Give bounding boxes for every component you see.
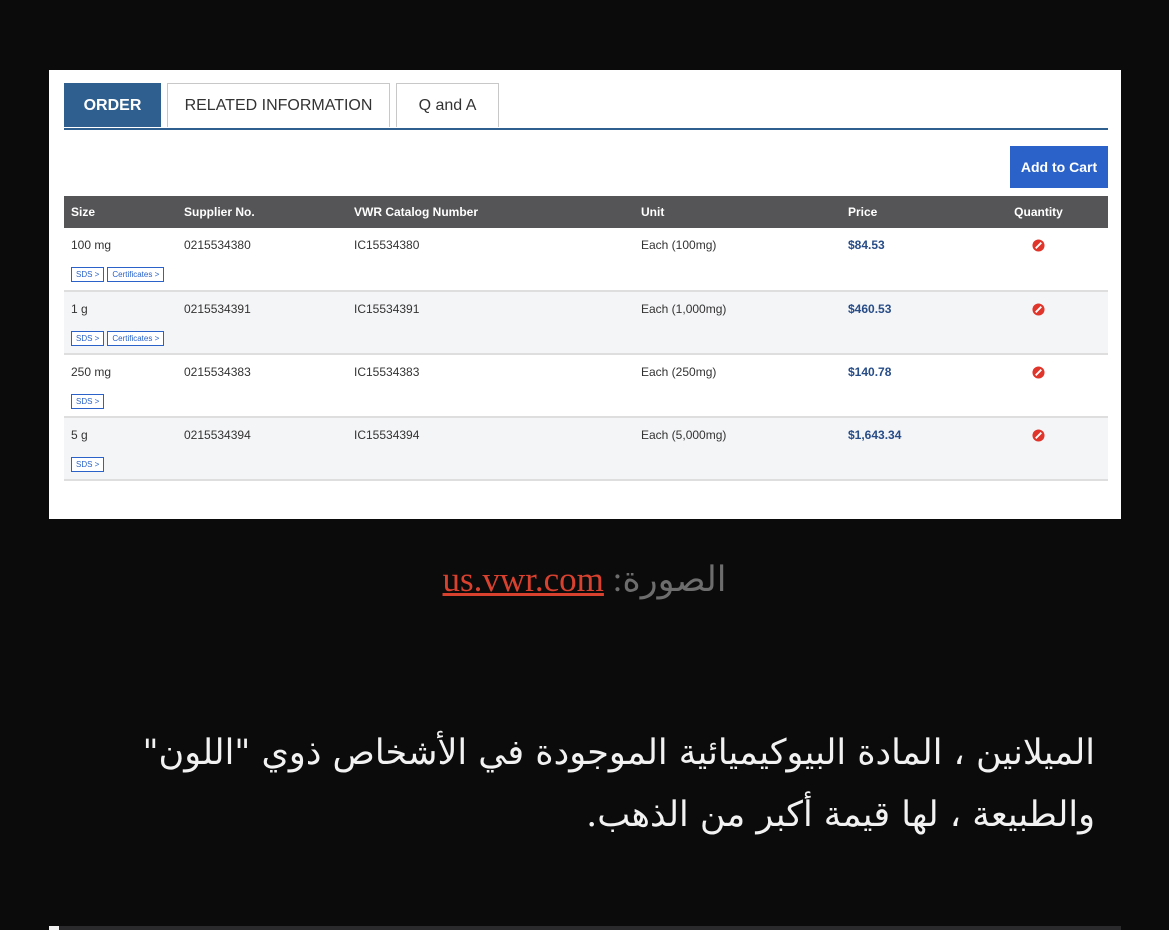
supplier-no-cell: 0215534391: [177, 291, 347, 355]
source-link[interactable]: us.vwr.com: [443, 560, 604, 599]
unit-cell: Each (250mg): [634, 354, 841, 418]
certificates-link[interactable]: Certificates >: [107, 267, 165, 282]
tab-q-and-a[interactable]: Q and A: [396, 83, 499, 127]
supplier-no-cell: 0215534383: [177, 354, 347, 418]
bottom-divider-marker: [49, 926, 59, 930]
unit-cell: Each (5,000mg): [634, 417, 841, 481]
tab-order[interactable]: ORDER: [64, 83, 161, 127]
document-links: SDS >: [71, 457, 177, 472]
certificates-link[interactable]: Certificates >: [107, 331, 165, 346]
catalog-number-cell: IC15534394: [347, 417, 634, 481]
quantity-cell: [969, 354, 1108, 418]
bottom-divider: [49, 926, 1121, 930]
supplier-no-cell: 0215534380: [177, 228, 347, 292]
not-available-icon[interactable]: [1032, 366, 1045, 379]
product-order-panel: ORDER RELATED INFORMATION Q and A Add to…: [49, 70, 1121, 519]
header-unit: Unit: [634, 196, 841, 228]
catalog-number-cell: IC15534391: [347, 291, 634, 355]
quantity-cell: [969, 291, 1108, 355]
quantity-cell: [969, 228, 1108, 292]
tab-bar: ORDER RELATED INFORMATION Q and A: [64, 83, 1108, 129]
tab-related-information[interactable]: RELATED INFORMATION: [167, 83, 390, 127]
table-row: 250 mg SDS > 0215534383 IC15534383 Each …: [64, 354, 1108, 418]
table-row: 5 g SDS > 0215534394 IC15534394 Each (5,…: [64, 417, 1108, 481]
supplier-no-cell: 0215534394: [177, 417, 347, 481]
sds-link[interactable]: SDS >: [71, 457, 105, 472]
price-cell: $1,643.34: [841, 417, 969, 481]
sds-link[interactable]: SDS >: [71, 267, 105, 282]
header-quantity: Quantity: [969, 196, 1108, 228]
header-supplier-no: Supplier No.: [177, 196, 347, 228]
document-links: SDS > Certificates >: [71, 331, 177, 346]
catalog-number-cell: IC15534380: [347, 228, 634, 292]
price-cell: $460.53: [841, 291, 969, 355]
size-cell: 250 mg SDS >: [64, 354, 177, 418]
price-table: Size Supplier No. VWR Catalog Number Uni…: [64, 196, 1108, 481]
table-row: 100 mg SDS > Certificates > 0215534380 I…: [64, 228, 1108, 292]
not-available-icon[interactable]: [1032, 303, 1045, 316]
size-cell: 100 mg SDS > Certificates >: [64, 228, 177, 292]
unit-cell: Each (100mg): [634, 228, 841, 292]
tab-underline: [64, 128, 1108, 130]
table-row: 1 g SDS > Certificates > 0215534391 IC15…: [64, 291, 1108, 355]
size-value: 250 mg: [71, 365, 112, 379]
not-available-icon[interactable]: [1032, 429, 1045, 442]
sds-link[interactable]: SDS >: [71, 331, 105, 346]
header-size: Size: [64, 196, 177, 228]
document-links: SDS >: [71, 394, 177, 409]
quantity-cell: [969, 417, 1108, 481]
add-to-cart-button[interactable]: Add to Cart: [1010, 146, 1108, 188]
article-paragraph: الميلانين ، المادة البيوكيميائية الموجود…: [142, 733, 1095, 835]
table-header-row: Size Supplier No. VWR Catalog Number Uni…: [64, 196, 1108, 228]
header-catalog-number: VWR Catalog Number: [347, 196, 634, 228]
header-price: Price: [841, 196, 969, 228]
not-available-icon[interactable]: [1032, 239, 1045, 252]
size-cell: 1 g SDS > Certificates >: [64, 291, 177, 355]
size-value: 100 mg: [71, 238, 112, 252]
unit-cell: Each (1,000mg): [634, 291, 841, 355]
caption-prefix: الصورة:: [603, 560, 727, 599]
image-caption: الصورة: us.vwr.com: [0, 560, 1169, 600]
price-cell: $84.53: [841, 228, 969, 292]
document-links: SDS > Certificates >: [71, 267, 177, 282]
size-value: 5 g: [71, 428, 88, 442]
size-value: 1 g: [71, 302, 88, 316]
price-cell: $140.78: [841, 354, 969, 418]
catalog-number-cell: IC15534383: [347, 354, 634, 418]
sds-link[interactable]: SDS >: [71, 394, 105, 409]
size-cell: 5 g SDS >: [64, 417, 177, 481]
